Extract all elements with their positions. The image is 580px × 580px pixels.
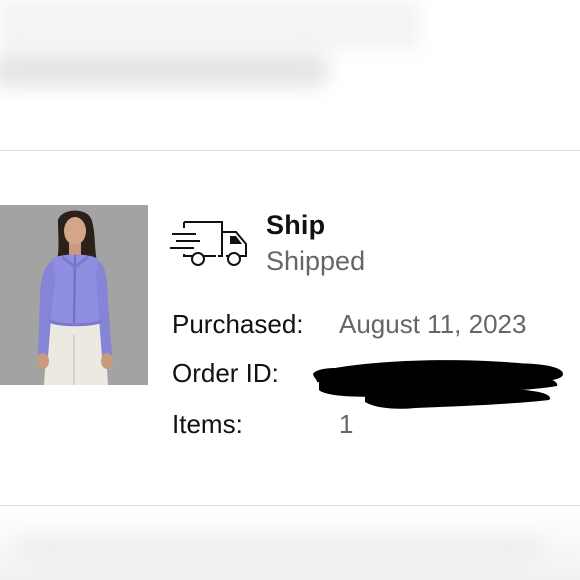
purchased-label: Purchased: (172, 309, 304, 339)
shipping-method: Ship (266, 210, 326, 240)
items-count: 1 (339, 409, 354, 439)
items-label: Items: (172, 409, 243, 439)
product-image[interactable] (0, 205, 148, 385)
purchased-date: August 11, 2023 (339, 309, 527, 339)
blurred-header-shade (0, 0, 420, 50)
order-id-label: Order ID: (172, 358, 279, 388)
divider (0, 150, 580, 151)
shipping-status: Shipped (266, 246, 366, 276)
blurred-footer-text (20, 538, 540, 560)
product-photo (0, 205, 148, 385)
blurred-header (0, 0, 580, 150)
order-summary-page: Ship Shipped Purchased: August 11, 2023 … (0, 0, 580, 580)
delivery-truck-icon (170, 218, 250, 270)
blurred-header-text (0, 52, 330, 88)
